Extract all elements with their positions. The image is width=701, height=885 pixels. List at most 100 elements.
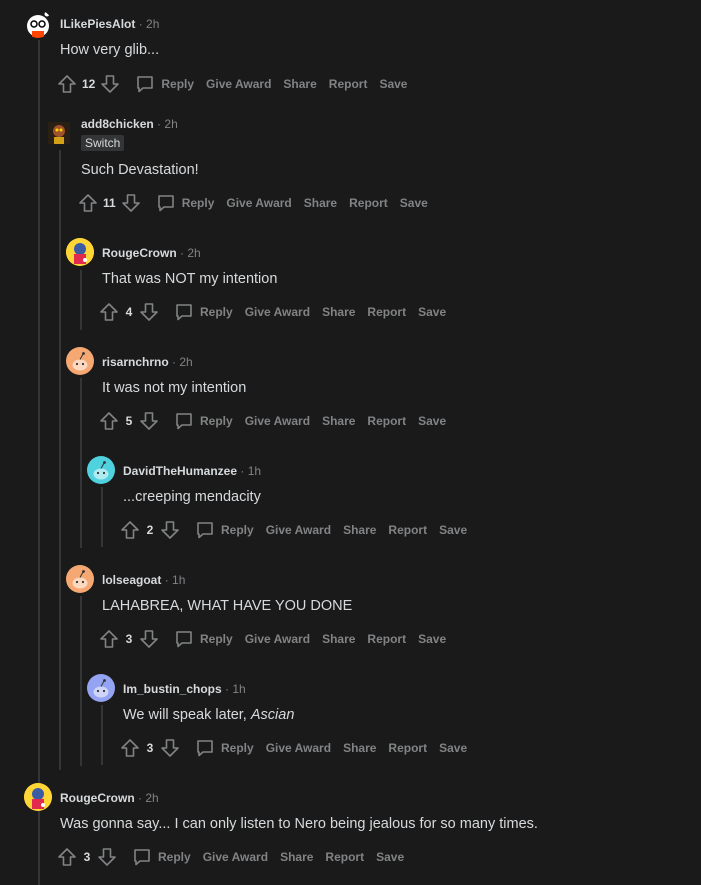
report-button[interactable]: Report (345, 196, 392, 210)
timestamp[interactable]: 2h (164, 117, 177, 131)
report-button[interactable]: Report (363, 414, 410, 428)
report-label: Report (388, 741, 428, 755)
username[interactable]: risarnchrno (102, 355, 169, 369)
snoo-avatar-icon (87, 674, 115, 702)
username[interactable]: RougeCrown (102, 246, 177, 260)
user-avatar[interactable] (87, 674, 115, 702)
save-button[interactable]: Save (414, 632, 450, 646)
timestamp[interactable]: 2h (146, 17, 159, 31)
upvote-button[interactable] (119, 737, 141, 759)
report-button[interactable]: Report (321, 850, 368, 864)
user-avatar[interactable] (66, 238, 94, 266)
give-award-button[interactable]: Give Award (199, 850, 272, 864)
downvote-button[interactable] (138, 301, 160, 323)
share-button[interactable]: Share (279, 77, 320, 91)
report-button[interactable]: Report (363, 632, 410, 646)
save-button[interactable]: Save (414, 414, 450, 428)
save-button[interactable]: Save (414, 305, 450, 319)
share-button[interactable]: Share (339, 523, 380, 537)
thread-line[interactable] (38, 40, 40, 885)
reply-button[interactable]: Reply (152, 193, 219, 213)
timestamp[interactable]: 2h (145, 791, 158, 805)
thread-line[interactable] (101, 705, 103, 765)
timestamp[interactable]: 1h (232, 682, 245, 696)
report-button[interactable]: Report (325, 77, 372, 91)
username[interactable]: add8chicken (81, 117, 154, 131)
downvote-button[interactable] (159, 519, 181, 541)
comment-bubble-icon (174, 629, 194, 649)
upvote-icon (120, 520, 140, 540)
give-award-button[interactable]: Give Award (202, 77, 275, 91)
reply-button[interactable]: Reply (170, 629, 237, 649)
username[interactable]: Im_bustin_chops (123, 682, 222, 696)
save-button[interactable]: Save (375, 77, 411, 91)
share-button[interactable]: Share (318, 414, 359, 428)
upvote-button[interactable] (98, 628, 120, 650)
comment-actions: 11 Reply Give Award Share Report Save (77, 191, 436, 215)
timestamp[interactable]: 2h (179, 355, 192, 369)
downvote-button[interactable] (120, 192, 142, 214)
save-button[interactable]: Save (435, 741, 471, 755)
vote-score: 2 (146, 523, 154, 537)
reply-button[interactable]: Reply (128, 847, 195, 867)
reply-button[interactable]: Reply (191, 738, 258, 758)
reply-button[interactable]: Reply (191, 520, 258, 540)
share-button[interactable]: Share (339, 741, 380, 755)
give-award-button[interactable]: Give Award (241, 305, 314, 319)
timestamp[interactable]: 2h (187, 246, 200, 260)
downvote-button[interactable] (138, 410, 160, 432)
upvote-button[interactable] (119, 519, 141, 541)
save-button[interactable]: Save (396, 196, 432, 210)
give-award-button[interactable]: Give Award (241, 632, 314, 646)
username[interactable]: DavidTheHumanzee (123, 464, 237, 478)
user-avatar[interactable] (66, 347, 94, 375)
user-avatar[interactable] (45, 119, 73, 147)
username[interactable]: RougeCrown (60, 791, 135, 805)
upvote-button[interactable] (56, 846, 78, 868)
share-button[interactable]: Share (300, 196, 341, 210)
separator: · (172, 355, 177, 369)
share-button[interactable]: Share (318, 305, 359, 319)
upvote-button[interactable] (98, 410, 120, 432)
downvote-button[interactable] (99, 73, 121, 95)
downvote-button[interactable] (138, 628, 160, 650)
user-avatar[interactable] (24, 783, 52, 811)
give-award-button[interactable]: Give Award (222, 196, 295, 210)
thread-line[interactable] (101, 487, 103, 547)
give-award-button[interactable]: Give Award (241, 414, 314, 428)
reply-button[interactable]: Reply (131, 74, 198, 94)
upvote-button[interactable] (56, 73, 78, 95)
user-avatar[interactable] (87, 456, 115, 484)
save-button[interactable]: Save (372, 850, 408, 864)
username[interactable]: lolseagoat (102, 573, 161, 587)
save-button[interactable]: Save (435, 523, 471, 537)
give-award-button[interactable]: Give Award (262, 741, 335, 755)
give-award-label: Give Award (206, 77, 272, 91)
upvote-button[interactable] (98, 301, 120, 323)
report-button[interactable]: Report (384, 741, 431, 755)
username[interactable]: ILikePiesAlot (60, 17, 135, 31)
report-label: Report (388, 523, 428, 537)
thread-line[interactable] (80, 378, 82, 548)
comment-actions: 12 Reply Give Award Share Report Save (56, 72, 415, 96)
thread-line[interactable] (80, 596, 82, 766)
reply-button[interactable]: Reply (170, 302, 237, 322)
report-button[interactable]: Report (363, 305, 410, 319)
thread-line[interactable] (59, 150, 61, 770)
save-label: Save (439, 741, 468, 755)
upvote-button[interactable] (77, 192, 99, 214)
user-avatar[interactable] (66, 565, 94, 593)
downvote-icon (160, 738, 180, 758)
report-button[interactable]: Report (384, 523, 431, 537)
give-award-button[interactable]: Give Award (262, 523, 335, 537)
report-label: Report (325, 850, 365, 864)
downvote-button[interactable] (159, 737, 181, 759)
timestamp[interactable]: 1h (248, 464, 261, 478)
share-button[interactable]: Share (276, 850, 317, 864)
reply-button[interactable]: Reply (170, 411, 237, 431)
timestamp[interactable]: 1h (172, 573, 185, 587)
downvote-button[interactable] (96, 846, 118, 868)
share-button[interactable]: Share (318, 632, 359, 646)
user-avatar[interactable] (24, 10, 52, 38)
thread-line[interactable] (80, 270, 82, 330)
